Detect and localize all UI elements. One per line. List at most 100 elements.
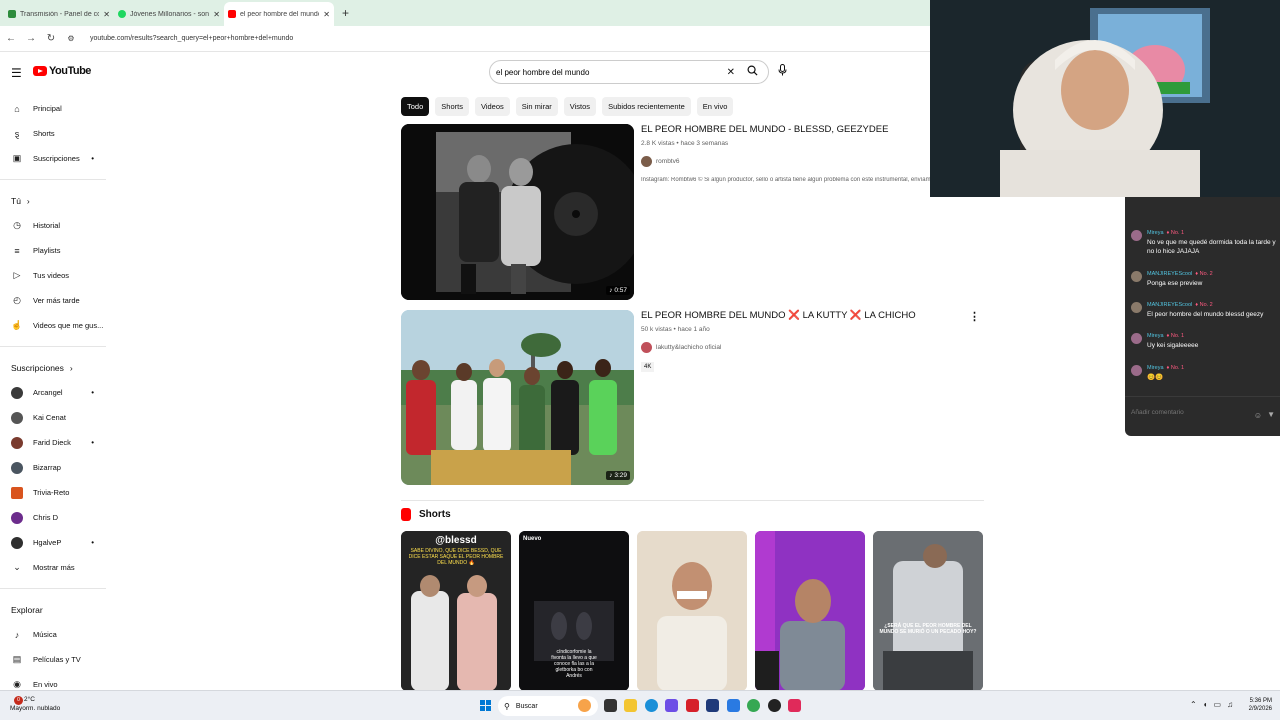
duration-badge: ♪ 3:29 <box>606 471 630 480</box>
copilot-icon[interactable] <box>665 699 678 712</box>
sidebar-sub-hgalvep[interactable]: HgalveP • <box>0 530 106 555</box>
weather-widget[interactable]: 0 2°C Mayorm. nublado <box>10 695 60 713</box>
clear-search-icon[interactable]: ✕ <box>727 67 735 78</box>
avatar <box>11 436 23 449</box>
tiktok-icon[interactable] <box>788 699 801 712</box>
video-thumbnail[interactable]: ♪ 3:29 <box>401 310 634 485</box>
url-field[interactable]: youtube.com/results?search_query=el+peor… <box>90 35 293 42</box>
site-info-icon[interactable]: ⚙ <box>66 34 76 43</box>
playlist-icon: ≡ <box>14 245 20 256</box>
avatar <box>11 536 23 549</box>
store-icon[interactable] <box>727 699 740 712</box>
chat-message: Mireya ♦ No. 1 😊😊 <box>1131 365 1277 382</box>
volume-icon[interactable]: ◖ <box>1203 700 1208 709</box>
youtube-logo[interactable]: YouTube <box>33 65 91 77</box>
short-thumbnail <box>873 531 983 691</box>
edge-icon[interactable] <box>645 699 658 712</box>
video-result[interactable]: ♪ 3:29 EL PEOR HOMBRE DEL MUNDO ❌ LA KUT… <box>401 310 984 485</box>
sidebar-item-playlists[interactable]: ≡ Playlists <box>0 238 106 263</box>
avatar <box>641 156 652 167</box>
chat-comment-input[interactable] <box>1131 409 1251 416</box>
sidebar-item-tus-videos[interactable]: ▷ Tus videos <box>0 263 106 288</box>
browser-tab[interactable]: Jóvenes Millonarios - song and ✕ <box>114 2 224 26</box>
sidebar-you-heading[interactable]: Tú › <box>0 188 106 213</box>
chip-todo[interactable]: Todo <box>401 97 430 116</box>
chip-en-vivo[interactable]: En vivo <box>696 97 734 116</box>
avatar <box>1131 302 1142 313</box>
taskbar-clock[interactable]: 5:36 PM 2/9/2026 <box>1244 697 1272 713</box>
sidebar-sub-arcangel[interactable]: Arcangel • <box>0 380 106 405</box>
short-card[interactable]: ¿SERÁ QUE EL PEOR HOMBRE DEL MUNDO SE MU… <box>873 531 983 691</box>
short-card[interactable] <box>637 531 747 691</box>
chrome-icon[interactable] <box>747 699 760 712</box>
sidebar-item-suscripciones[interactable]: ▣ Suscripciones • <box>0 146 106 171</box>
search-input[interactable] <box>496 67 727 77</box>
history-icon: ◷ <box>13 220 21 230</box>
sidebar-item-historial[interactable]: ◷ Historial <box>0 213 106 238</box>
browser-tab[interactable]: Transmisión - Panel de control ✕ <box>4 2 114 26</box>
video-meta: 50 k vistas • hace 1 año <box>641 326 710 333</box>
task-view-icon[interactable] <box>604 699 617 712</box>
new-content-dot: • <box>91 154 94 163</box>
mic-icon[interactable] <box>778 64 787 79</box>
avatar <box>641 342 652 353</box>
sidebar-item-shorts[interactable]: ȿ Shorts <box>0 121 106 146</box>
close-tab-icon[interactable]: ✕ <box>213 10 220 19</box>
video-result[interactable]: ♪ 0:57 EL PEOR HOMBRE DEL MUNDO - BLESSD… <box>401 124 984 300</box>
sidebar-subscriptions-heading[interactable]: Suscripciones › <box>0 355 106 380</box>
sidebar-sub-chris-d[interactable]: Chris D <box>0 505 106 530</box>
more-options-icon[interactable]: ⋮ <box>969 310 980 323</box>
word-icon[interactable] <box>706 699 719 712</box>
chip-sin-mirar[interactable]: Sin mirar <box>515 97 558 116</box>
sidebar-sub-trivia-reto[interactable]: Trivia-Reto <box>0 480 106 505</box>
short-card[interactable] <box>755 531 865 691</box>
tray-chevron-icon[interactable]: ⌃ <box>1190 700 1197 709</box>
channel-row[interactable]: lakutty&lachicho oficial <box>641 342 981 353</box>
close-tab-icon[interactable]: ✕ <box>323 10 330 19</box>
sidebar-sub-bizarrap[interactable]: Bizarrap <box>0 455 106 480</box>
reload-icon[interactable]: ↻ <box>46 33 56 44</box>
sidebar-item-peliculas[interactable]: ▤ Películas y TV <box>0 647 106 672</box>
video-title[interactable]: EL PEOR HOMBRE DEL MUNDO ❌ LA KUTTY ❌ LA… <box>641 310 981 322</box>
menu-icon[interactable]: ☰ <box>11 66 22 80</box>
avatar <box>11 386 23 399</box>
avatar <box>1131 365 1142 376</box>
forward-arrow-icon[interactable]: → <box>26 33 36 44</box>
short-card[interactable]: @blessd SABE DIVINO, QUE DICE BESSD, QUE… <box>401 531 511 691</box>
filter-icon[interactable]: ▼ <box>1267 410 1275 419</box>
short-card[interactable]: Nuevo cíndicorfomie la fivonta la llevo … <box>519 531 629 691</box>
new-content-dot: • <box>91 538 94 547</box>
tab-title: el peor hombre del mundo - YouTube <box>240 10 319 18</box>
sidebar-item-ver-mas-tarde[interactable]: ◴ Ver más tarde <box>0 288 106 313</box>
search-icon[interactable] <box>747 65 758 79</box>
chip-subidos-recientemente[interactable]: Subidos recientemente <box>602 97 691 116</box>
battery-icon[interactable]: ♫ <box>1227 700 1233 709</box>
webcam-image <box>930 0 1280 197</box>
section-divider <box>401 500 984 501</box>
chip-videos[interactable]: Videos <box>474 97 510 116</box>
obs-icon[interactable] <box>768 699 781 712</box>
app-l-icon[interactable] <box>686 699 699 712</box>
network-icon[interactable]: ▭ <box>1214 700 1222 709</box>
sidebar-item-principal[interactable]: ⌂ Principal <box>0 96 106 121</box>
sidebar-sub-kai-cenat[interactable]: Kai Cenat <box>0 405 106 430</box>
video-info: EL PEOR HOMBRE DEL MUNDO ❌ LA KUTTY ❌ LA… <box>641 310 981 373</box>
sidebar-item-musica[interactable]: ♪ Música <box>0 622 106 647</box>
close-tab-icon[interactable]: ✕ <box>103 10 110 19</box>
sidebar-item-liked-videos[interactable]: ☝ Videos que me gus... <box>0 313 106 338</box>
emoji-icon[interactable]: ☺ <box>1254 411 1262 420</box>
new-tab-button[interactable]: + <box>342 6 349 20</box>
back-arrow-icon[interactable]: ← <box>6 33 16 44</box>
sidebar-divider <box>0 179 106 180</box>
chip-vistos[interactable]: Vistos <box>563 97 597 116</box>
windows-start-icon[interactable] <box>480 700 491 711</box>
sidebar-show-more[interactable]: ⌄ Mostrar más <box>0 555 106 580</box>
home-icon: ⌂ <box>14 103 20 114</box>
new-content-dot: • <box>91 438 94 447</box>
file-explorer-icon[interactable] <box>624 699 637 712</box>
browser-tab-active[interactable]: el peor hombre del mundo - YouTube ✕ <box>224 2 334 26</box>
video-thumbnail[interactable]: ♪ 0:57 <box>401 124 634 300</box>
sidebar-sub-farid-dieck[interactable]: Farid Dieck • <box>0 430 106 455</box>
chip-shorts[interactable]: Shorts <box>435 97 469 116</box>
cheese-app-icon[interactable] <box>578 699 591 712</box>
